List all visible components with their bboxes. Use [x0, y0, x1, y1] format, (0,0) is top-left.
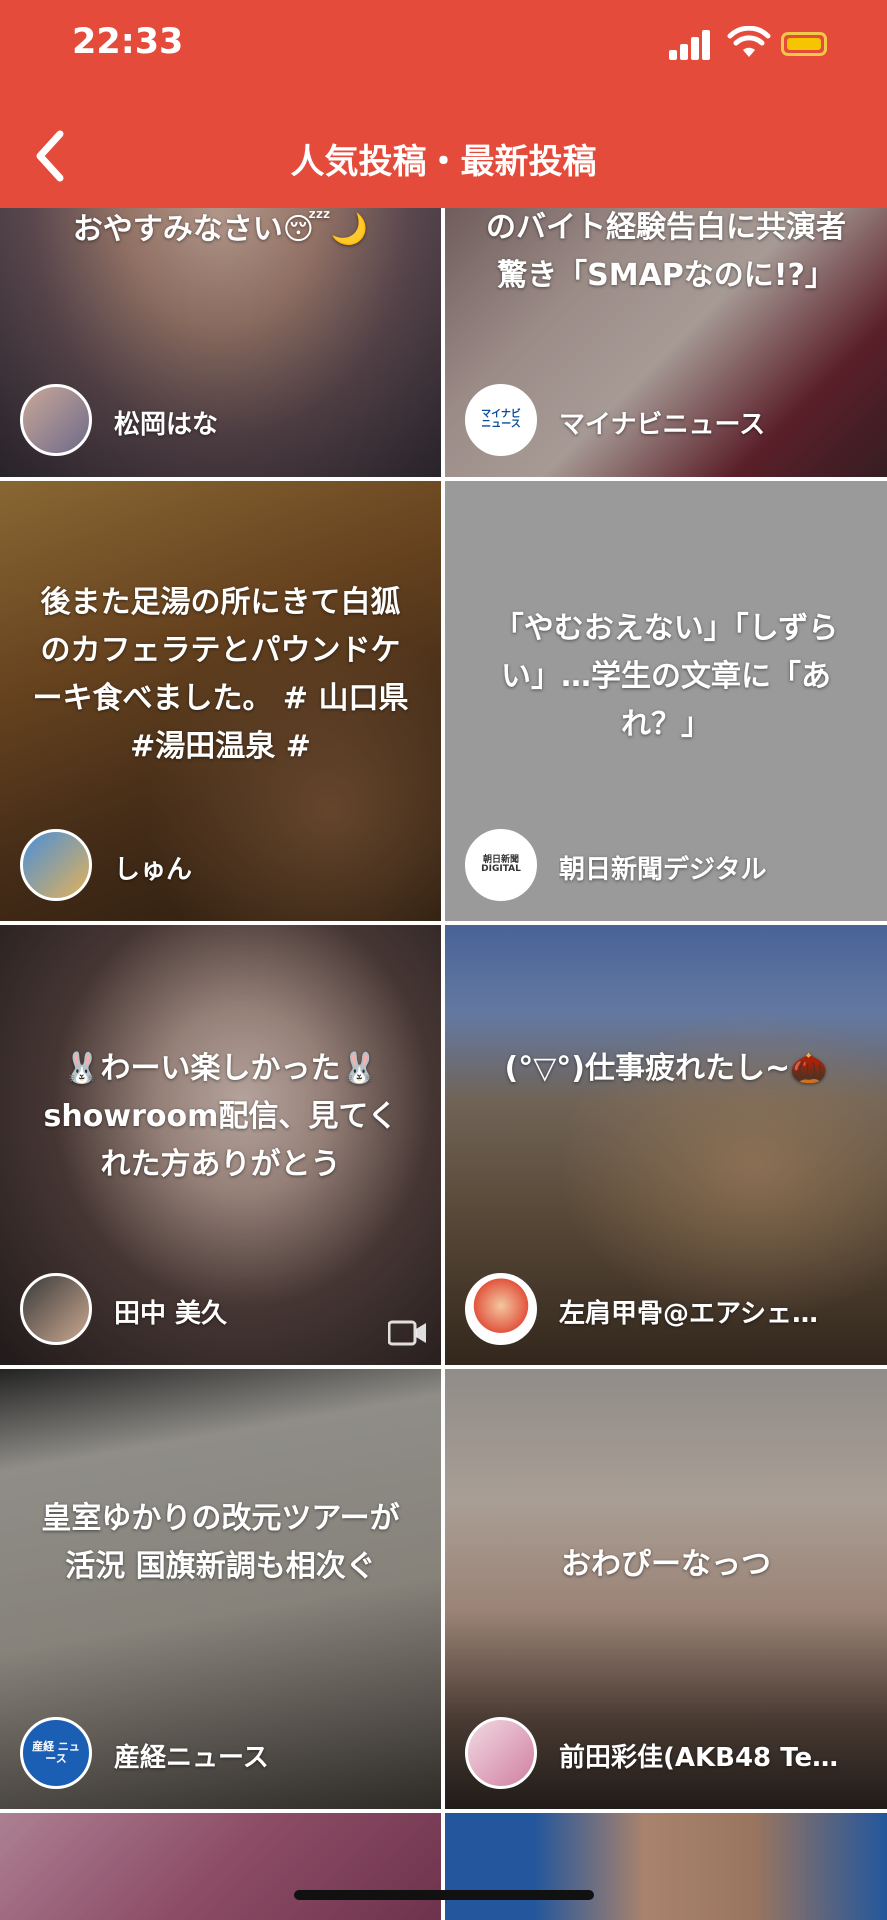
post-author: 産経ニュース — [114, 1743, 269, 1773]
avatar — [20, 384, 92, 456]
home-indicator[interactable] — [294, 1890, 594, 1900]
post-caption: 皇室ゆかりの改元ツアーが活況 国旗新調も相次ぐ — [41, 1501, 400, 1584]
avatar: 朝日新聞 DIGITAL — [465, 829, 537, 901]
post-author: マイナビニュース — [559, 410, 766, 440]
post-card[interactable]: おわぴーなっつ 前田彩佳(AKB48 Te… — [445, 1369, 887, 1809]
wifi-icon — [727, 26, 771, 57]
post-author: しゅん — [114, 855, 193, 885]
battery-icon — [781, 32, 827, 56]
post-author: 朝日新聞デジタル — [559, 855, 767, 885]
post-author: 松岡はな — [114, 410, 219, 440]
post-card[interactable] — [445, 1813, 887, 1920]
avatar — [465, 1273, 537, 1345]
post-card[interactable]: 🐰わーい楽しかった🐰 showroom配信、見てくれた方ありがとう 田中 美久 — [0, 925, 441, 1365]
signal-icon — [669, 30, 713, 60]
post-caption: おやすみなさい😴🌙 — [72, 212, 369, 247]
avatar-logo-text: 朝日新聞 DIGITAL — [481, 854, 521, 874]
page-title: 人気投稿・最新投稿 — [290, 142, 597, 182]
post-caption: おわぴーなっつ — [561, 1547, 771, 1582]
avatar — [20, 829, 92, 901]
post-author: 前田彩佳(AKB48 Te… — [559, 1743, 839, 1773]
post-caption: 🐰わーい楽しかった🐰 showroom配信、見てくれた方ありがとう — [43, 1051, 398, 1182]
video-camera-icon — [388, 1320, 426, 1346]
post-grid: おやすみなさい😴🌙 松岡はな のバイト経験告白に共演者驚き「SMAPなのに!?」… — [0, 0, 887, 1920]
post-card[interactable] — [0, 1813, 441, 1920]
avatar: 産経 ニュース — [20, 1717, 92, 1789]
avatar — [465, 1717, 537, 1789]
post-author: 田中 美久 — [114, 1299, 228, 1329]
avatar-logo-text: マイナビ ニュース — [481, 408, 521, 430]
post-card[interactable]: 皇室ゆかりの改元ツアーが活況 国旗新調も相次ぐ 産経 ニュース 産経ニュース — [0, 1369, 441, 1809]
post-card[interactable]: (°▽°)仕事疲れたし~🌰 左肩甲骨@エアシェ… — [445, 925, 887, 1365]
avatar: マイナビ ニュース — [465, 384, 537, 456]
post-caption: 「やむおえない」「しずらい」…学生の文章に「あれ？」 — [493, 611, 839, 742]
avatar-logo-text: 産経 ニュース — [32, 1740, 80, 1765]
post-author: 左肩甲骨@エアシェ… — [559, 1299, 818, 1329]
avatar — [20, 1273, 92, 1345]
status-time: 22:33 — [72, 22, 184, 62]
app-header: 22:33 人気投稿・最新投稿 — [0, 0, 887, 208]
post-caption: (°▽°)仕事疲れたし~🌰 — [504, 1051, 828, 1086]
post-card[interactable]: 後また足湯の所にきて白狐のカフェラテとパウンドケーキ食べました。 # 山口県 #… — [0, 481, 441, 921]
post-card[interactable]: 「やむおえない」「しずらい」…学生の文章に「あれ？」 朝日新聞 DIGITAL … — [445, 481, 887, 921]
post-caption: 後また足湯の所にきて白狐のカフェラテとパウンドケーキ食べました。 # 山口県 #… — [32, 585, 409, 764]
